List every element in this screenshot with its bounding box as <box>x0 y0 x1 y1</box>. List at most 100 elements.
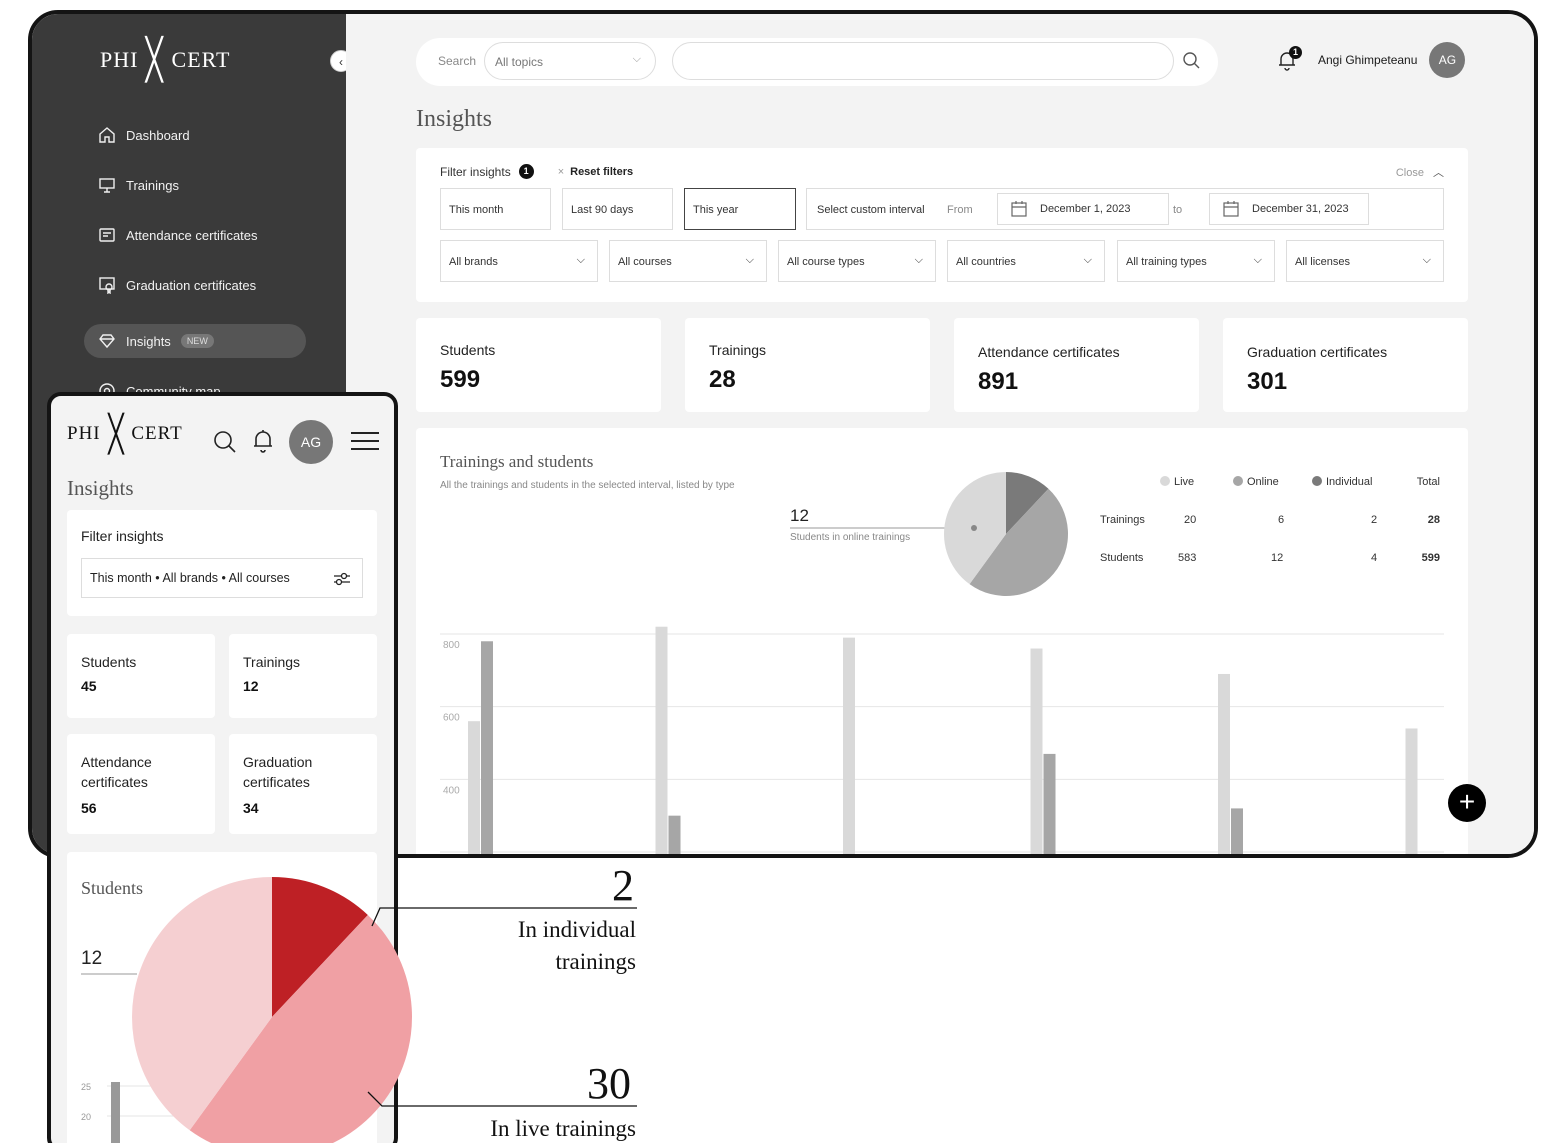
close-icon: × <box>557 165 565 178</box>
stat-label: Students <box>440 342 496 358</box>
search-bar: Search All topics ⌵ <box>416 38 1218 86</box>
callout-dot <box>971 525 977 531</box>
cell-total: 28 <box>1427 514 1440 526</box>
individual-dot <box>1312 476 1322 486</box>
chevron-down-icon: ⌵ <box>914 254 923 266</box>
period-last-90-days[interactable]: Last 90 days <box>562 188 673 230</box>
countries-dropdown[interactable]: All countries ⌵ <box>947 240 1105 282</box>
search-icon[interactable] <box>1182 51 1202 71</box>
chevron-up-icon: ︿ <box>1433 167 1444 179</box>
trainings-students-chart-card: Trainings and students All the trainings… <box>416 428 1468 854</box>
stat-label: Students <box>81 654 137 670</box>
certificate-icon <box>99 228 115 242</box>
legend-individual: Individual <box>1312 476 1372 488</box>
stat-card-graduation-certificates[interactable]: Graduation certificates 34 <box>229 734 377 834</box>
table-row: Students 583 12 4 599 <box>1088 552 1448 590</box>
stat-label: Attendance certificates <box>978 344 1120 360</box>
dropdown-value: All courses <box>618 256 672 268</box>
table-row: Trainings 20 6 2 28 <box>1088 514 1448 552</box>
dropdown-value: All countries <box>956 256 1016 268</box>
sidebar-item-dashboard[interactable]: Dashboard <box>84 118 306 152</box>
chevron-down-icon: ⌵ <box>632 53 641 65</box>
online-dot <box>1233 476 1243 486</box>
stat-value: 599 <box>440 366 481 393</box>
column-header: Live <box>1174 476 1195 488</box>
close-filters-button[interactable]: Close ︿ <box>1396 164 1444 180</box>
filter-summary-text: This month • All brands • All courses <box>90 571 290 585</box>
filter-panel: Filter insights 1 × Reset filters Close … <box>416 148 1468 302</box>
courses-dropdown[interactable]: All courses ⌵ <box>609 240 767 282</box>
cell-individual: 2 <box>1371 514 1378 526</box>
chevron-down-icon: ⌵ <box>1083 254 1092 266</box>
sidebar-item-label: Insights <box>126 333 171 349</box>
bar <box>1231 808 1243 854</box>
user-name[interactable]: Angi Ghimpeteanu <box>1318 53 1417 67</box>
dropdown-value: All brands <box>449 256 498 268</box>
stat-card-trainings[interactable]: Trainings 28 <box>685 318 930 412</box>
stat-card-graduation-certificates[interactable]: Graduation certificates 301 <box>1223 318 1468 412</box>
logo-text-right: CERT <box>171 47 231 72</box>
hamburger-menu-icon[interactable] <box>351 432 379 456</box>
licenses-dropdown[interactable]: All licenses ⌵ <box>1286 240 1444 282</box>
pie-chart <box>790 472 1068 596</box>
close-filters-label: Close <box>1395 167 1424 179</box>
logo-text-left: PHI <box>100 47 139 72</box>
bar <box>1043 753 1056 854</box>
notifications-button[interactable]: 1 <box>1276 46 1302 71</box>
stat-value: 56 <box>81 800 97 816</box>
sidebar-item-trainings[interactable]: Trainings <box>84 168 306 202</box>
stat-value: 34 <box>243 800 259 816</box>
bar <box>1030 648 1043 854</box>
to-date-field[interactable]: December 31, 2023 <box>1209 193 1369 225</box>
filter-summary-field[interactable]: This month • All brands • All courses <box>81 558 363 598</box>
phicert-logo[interactable]: PHI ╳ CERT <box>67 416 183 452</box>
active-filter-count-badge: 1 <box>518 164 534 179</box>
search-input[interactable] <box>672 42 1174 80</box>
pie-callout-value: 12 <box>81 948 103 969</box>
period-this-month[interactable]: This month <box>440 188 551 230</box>
sidebar-item-insights[interactable]: Insights NEW <box>84 324 306 358</box>
filter-header: Filter insights 1 × Reset filters <box>440 164 633 179</box>
stat-value: 12 <box>243 678 259 694</box>
bar <box>1405 728 1418 854</box>
bell-icon[interactable] <box>251 428 275 454</box>
live-trainings-label: In live trainings <box>490 1116 636 1141</box>
from-date-field[interactable]: December 1, 2023 <box>997 193 1169 225</box>
custom-interval: Select custom interval From December 1, … <box>806 188 1444 230</box>
stat-card-trainings[interactable]: Trainings 12 <box>229 634 377 718</box>
add-button[interactable]: + <box>1448 784 1486 822</box>
training-types-dropdown[interactable]: All training types ⌵ <box>1117 240 1275 282</box>
sidebar-item-label: Dashboard <box>126 127 190 143</box>
stat-card-attendance-certificates[interactable]: Attendance certificates 891 <box>954 318 1199 412</box>
individual-trainings-label: In individual trainings <box>517 917 636 975</box>
avatar[interactable]: AG <box>1429 42 1466 78</box>
reset-filters-button[interactable]: × Reset filters <box>558 166 633 178</box>
topic-select[interactable]: All topics ⌵ <box>484 42 656 80</box>
dropdown-value: All training types <box>1126 256 1207 268</box>
logo-text-right: CERT <box>131 423 183 444</box>
sidebar-item-attendance-certificates[interactable]: Attendance certificates <box>84 218 306 252</box>
individual-trainings-value: 2 <box>612 861 634 910</box>
bar <box>111 1082 120 1143</box>
stat-value: 301 <box>1247 368 1288 395</box>
pie-slices <box>944 472 1068 596</box>
period-this-year[interactable]: This year <box>684 188 796 230</box>
reset-filters-label: Reset filters <box>570 165 634 178</box>
legend-live: Live <box>1160 476 1194 488</box>
sidebar-item-graduation-certificates[interactable]: Graduation certificates <box>84 268 306 302</box>
bar <box>1218 673 1230 854</box>
course-types-dropdown[interactable]: All course types ⌵ <box>778 240 936 282</box>
bar <box>655 626 668 854</box>
sidebar-item-label: Trainings <box>126 177 179 193</box>
search-icon[interactable] <box>213 430 237 454</box>
avatar[interactable]: AG <box>289 420 333 464</box>
stat-card-students[interactable]: Students 45 <box>67 634 215 718</box>
stat-card-attendance-certificates[interactable]: Attendance certificates 56 <box>67 734 215 834</box>
chevron-down-icon: ⌵ <box>576 254 585 266</box>
column-header-total: Total <box>1416 476 1440 488</box>
brands-dropdown[interactable]: All brands ⌵ <box>440 240 598 282</box>
chart-subtitle: All the trainings and students in the se… <box>440 480 735 491</box>
phicert-logo[interactable]: PHI ╳ CERT <box>100 40 230 80</box>
stat-card-students[interactable]: Students 599 <box>416 318 661 412</box>
custom-interval-label: Select custom interval <box>817 204 925 216</box>
